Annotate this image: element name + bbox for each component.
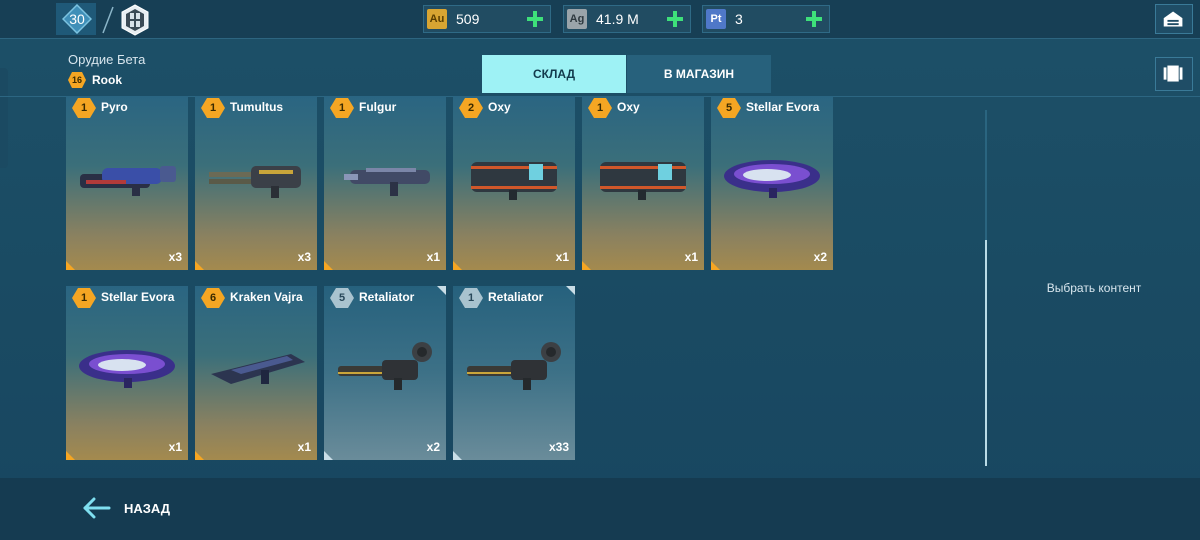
- weapon-image: [344, 168, 430, 196]
- item-quantity: x1: [684, 250, 698, 264]
- item-card[interactable]: 1 Stellar Evora x1: [66, 286, 188, 460]
- rarity-corner: [66, 261, 75, 270]
- item-name: Retaliator: [488, 290, 544, 304]
- platinum-resource: Pt 3: [702, 5, 830, 33]
- weapon-image: [338, 342, 432, 390]
- gold-badge: Au: [427, 9, 447, 29]
- item-card[interactable]: 1 Pyro x3: [66, 96, 188, 270]
- gold-amount: 509: [456, 11, 480, 27]
- robot-level: 16: [71, 75, 82, 85]
- rarity-corner-top: [437, 286, 446, 295]
- gold-resource: Au 509: [423, 5, 551, 33]
- item-quantity: x3: [297, 250, 311, 264]
- rarity-corner: [582, 261, 591, 270]
- rarity-corner: [453, 261, 462, 270]
- side-drawer-handle[interactable]: [0, 68, 8, 168]
- item-card[interactable]: 5 Stellar Evora x2: [711, 96, 833, 270]
- weapon-image: [79, 350, 175, 388]
- hangar-button[interactable]: [1155, 4, 1193, 34]
- item-level: 1: [209, 102, 217, 114]
- weapon-image: [600, 162, 686, 200]
- item-card[interactable]: 1 Retaliator x33: [453, 286, 575, 460]
- item-name: Kraken Vajra: [230, 290, 303, 304]
- rarity-corner: [453, 451, 462, 460]
- item-level: 1: [467, 292, 475, 304]
- add-gold-icon[interactable]: [526, 10, 544, 28]
- weapon-image: [724, 160, 820, 198]
- item-name: Retaliator: [359, 290, 415, 304]
- tab-storage[interactable]: СКЛАД: [482, 55, 626, 93]
- silver-badge: Ag: [567, 9, 587, 29]
- silver-amount: 41.9 M: [596, 11, 639, 27]
- item-level: 1: [338, 102, 346, 114]
- platinum-amount: 3: [735, 11, 743, 27]
- item-card[interactable]: 5 Retaliator x2: [324, 286, 446, 460]
- item-name: Oxy: [617, 100, 640, 114]
- clan-emblem-icon[interactable]: [118, 3, 152, 37]
- item-name: Stellar Evora: [746, 100, 820, 114]
- item-name: Fulgur: [359, 100, 397, 114]
- robot-name: Rook: [92, 73, 122, 87]
- item-level: 1: [80, 102, 88, 114]
- item-level: 5: [338, 292, 346, 304]
- item-quantity: x3: [168, 250, 182, 264]
- tab-to-shop[interactable]: В МАГАЗИН: [627, 55, 771, 93]
- weapon-image: [471, 162, 557, 200]
- select-content-hint: Выбрать контент: [1046, 281, 1142, 295]
- item-card[interactable]: 2 Oxy x1: [453, 96, 575, 270]
- add-platinum-icon[interactable]: [805, 10, 823, 28]
- compare-button[interactable]: [1155, 57, 1193, 91]
- item-level: 5: [725, 102, 733, 114]
- item-level: 1: [80, 292, 88, 304]
- platinum-badge: Pt: [706, 9, 726, 29]
- item-quantity: x1: [297, 440, 311, 454]
- item-card[interactable]: 6 Kraken Vajra x1: [195, 286, 317, 460]
- back-arrow-icon[interactable]: [82, 496, 112, 520]
- item-name: Pyro: [101, 100, 128, 114]
- item-quantity: x1: [426, 250, 440, 264]
- item-quantity: x1: [555, 250, 569, 264]
- silver-resource: Ag 41.9 M: [563, 5, 691, 33]
- item-quantity: x1: [168, 440, 182, 454]
- rarity-corner: [324, 261, 333, 270]
- weapon-image: [80, 166, 176, 196]
- rarity-corner: [195, 451, 204, 460]
- bottom-bar: [0, 478, 1200, 540]
- scroll-thumb[interactable]: [985, 240, 987, 466]
- item-name: Stellar Evora: [101, 290, 175, 304]
- top-bar-divider: [0, 38, 1200, 39]
- item-card[interactable]: 1 Fulgur x1: [324, 96, 446, 270]
- item-quantity: x2: [426, 440, 440, 454]
- item-name: Oxy: [488, 100, 511, 114]
- item-card[interactable]: 1 Oxy x1: [582, 96, 704, 270]
- item-level: 1: [596, 102, 604, 114]
- rarity-corner: [66, 451, 75, 460]
- cards-icon: [1163, 65, 1183, 82]
- weapon-slot-title: Орудие Бета: [68, 52, 146, 67]
- rarity-corner-top: [566, 286, 575, 295]
- weapon-image: [211, 354, 305, 384]
- player-level: 30: [69, 11, 85, 27]
- item-name: Tumultus: [230, 100, 284, 114]
- item-quantity: x33: [548, 440, 569, 454]
- rarity-corner: [195, 261, 204, 270]
- weapon-image: [209, 166, 301, 198]
- item-level: 2: [467, 102, 475, 114]
- item-level: 6: [209, 292, 217, 304]
- divider-slash-icon: [102, 6, 114, 34]
- weapon-image: [467, 342, 561, 390]
- rarity-corner: [711, 261, 720, 270]
- rarity-corner: [324, 451, 333, 460]
- item-quantity: x2: [813, 250, 827, 264]
- hangar-icon: [1163, 11, 1183, 27]
- item-card[interactable]: 1 Tumultus x3: [195, 96, 317, 270]
- back-button[interactable]: НАЗАД: [124, 501, 170, 516]
- add-silver-icon[interactable]: [666, 10, 684, 28]
